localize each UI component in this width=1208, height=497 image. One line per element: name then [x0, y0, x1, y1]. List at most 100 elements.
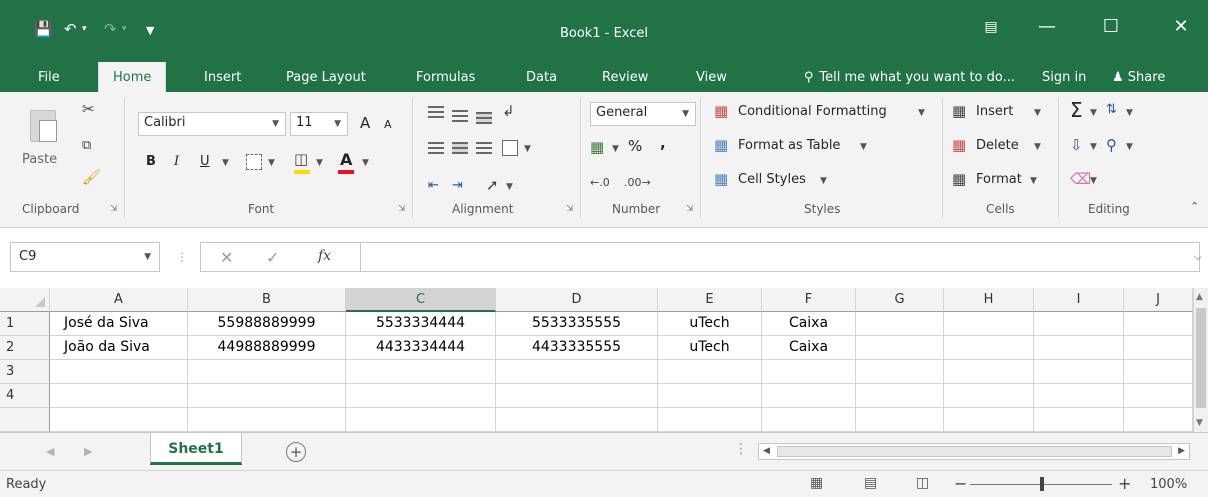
column-header[interactable]: A	[50, 288, 188, 312]
bottom-align-icon[interactable]	[476, 112, 492, 124]
add-sheet-icon[interactable]: +	[286, 442, 306, 462]
find-select-icon[interactable]: ⚲	[1106, 136, 1117, 154]
vertical-scrollbar[interactable]: ▲ ▼	[1193, 288, 1208, 432]
delete-cells-button[interactable]: Delete	[976, 138, 1019, 153]
cell[interactable]	[188, 360, 346, 384]
cell[interactable]	[1124, 360, 1193, 384]
column-header[interactable]: B	[188, 288, 346, 312]
cell[interactable]	[346, 408, 496, 432]
column-header[interactable]: I	[1034, 288, 1124, 312]
column-header[interactable]: C	[346, 288, 496, 312]
accounting-format-icon[interactable]: ▦	[590, 138, 604, 156]
column-header[interactable]: F	[762, 288, 856, 312]
tab-file[interactable]: File	[38, 70, 60, 85]
row-header[interactable]: 3	[0, 360, 50, 384]
align-left-icon[interactable]	[428, 142, 444, 154]
merge-dropdown-icon[interactable]: ▼	[524, 144, 531, 154]
sheet-next-icon[interactable]: ▶	[84, 445, 92, 458]
font-color-dropdown-icon[interactable]: ▼	[362, 158, 369, 168]
autosum-button[interactable]: Σ	[1070, 98, 1083, 122]
fill-icon[interactable]: ⇩	[1070, 136, 1083, 154]
format-table-dropdown-icon[interactable]: ▼	[860, 142, 867, 152]
tab-page-layout[interactable]: Page Layout	[286, 70, 366, 85]
cell[interactable]	[762, 408, 856, 432]
cell[interactable]	[1124, 408, 1193, 432]
tab-data[interactable]: Data	[526, 70, 557, 85]
cell[interactable]	[658, 408, 762, 432]
cell-styles-icon[interactable]: ▦	[714, 170, 728, 188]
zoom-out-icon[interactable]: −	[954, 474, 967, 493]
comma-style-button[interactable]: ,	[660, 134, 666, 152]
format-dropdown-icon[interactable]: ▼	[1030, 176, 1037, 186]
cell[interactable]	[856, 384, 944, 408]
format-as-table-button[interactable]: Format as Table	[738, 138, 840, 153]
share-button[interactable]: ♟ Share	[1112, 70, 1165, 85]
minimize-icon[interactable]: —	[1032, 16, 1062, 37]
find-dropdown-icon[interactable]: ▼	[1126, 142, 1133, 152]
align-center-icon[interactable]	[452, 142, 468, 154]
select-all-corner[interactable]	[0, 288, 50, 312]
page-layout-view-icon[interactable]: ▤	[864, 475, 877, 491]
column-header[interactable]: H	[944, 288, 1034, 312]
accounting-dropdown-icon[interactable]: ▼	[612, 144, 619, 154]
cell[interactable]	[50, 408, 188, 432]
tab-home[interactable]: Home	[98, 62, 167, 92]
scroll-down-icon[interactable]: ▼	[1196, 418, 1203, 428]
fill-color-dropdown-icon[interactable]: ▼	[316, 158, 323, 168]
underline-button[interactable]: U	[200, 154, 210, 169]
zoom-slider-thumb[interactable]	[1040, 477, 1044, 491]
row-header[interactable]	[0, 408, 50, 432]
paste-label[interactable]: Paste	[22, 152, 57, 167]
zoom-in-icon[interactable]: +	[1118, 474, 1131, 493]
tab-view[interactable]: View	[696, 70, 727, 85]
delete-dropdown-icon[interactable]: ▼	[1034, 142, 1041, 152]
column-header[interactable]: D	[496, 288, 658, 312]
cell[interactable]	[944, 312, 1034, 336]
grow-font-button[interactable]: A	[360, 114, 370, 132]
cell[interactable]	[496, 408, 658, 432]
copy-icon[interactable]: ⧉	[82, 138, 91, 153]
cell[interactable]	[188, 408, 346, 432]
bold-button[interactable]: B	[146, 154, 156, 169]
orientation-dropdown-icon[interactable]: ▼	[506, 182, 513, 192]
autosum-dropdown-icon[interactable]: ▼	[1090, 108, 1097, 118]
borders-icon[interactable]	[246, 154, 262, 170]
zoom-level[interactable]: 100%	[1150, 477, 1187, 492]
percent-style-button[interactable]: %	[628, 137, 642, 155]
insert-dropdown-icon[interactable]: ▼	[1034, 108, 1041, 118]
cell[interactable]: João da Siva	[50, 336, 188, 360]
cell[interactable]	[944, 384, 1034, 408]
cell[interactable]	[1124, 384, 1193, 408]
top-align-icon[interactable]	[428, 106, 444, 118]
horizontal-scrollbar[interactable]: ◀ ▶	[758, 443, 1190, 460]
fill-dropdown-icon[interactable]: ▼	[1090, 142, 1097, 152]
number-format-select[interactable]: General ▼	[590, 102, 696, 126]
format-as-table-icon[interactable]: ▦	[714, 136, 728, 154]
name-box[interactable]: C9 ▼	[10, 242, 160, 272]
cell[interactable]: José da Siva	[50, 312, 188, 336]
cell[interactable]	[346, 384, 496, 408]
sort-filter-icon[interactable]: ⇅	[1106, 102, 1117, 117]
cell[interactable]	[1034, 408, 1124, 432]
insert-cells-button[interactable]: Insert	[976, 104, 1013, 119]
column-header[interactable]: J	[1124, 288, 1193, 312]
cell[interactable]	[856, 336, 944, 360]
cell[interactable]	[856, 312, 944, 336]
format-cells-icon[interactable]: ▦	[952, 170, 966, 188]
vertical-scroll-thumb[interactable]	[1196, 308, 1206, 408]
font-launcher-icon[interactable]: ⇲	[398, 204, 406, 214]
row-header[interactable]: 1	[0, 312, 50, 336]
delete-cells-icon[interactable]: ▦	[952, 136, 966, 154]
merge-center-icon[interactable]	[502, 140, 518, 156]
tab-formulas[interactable]: Formulas	[416, 70, 475, 85]
format-cells-button[interactable]: Format	[976, 172, 1022, 187]
tell-me-box[interactable]: ⚲ Tell me what you want to do...	[804, 70, 1015, 85]
conditional-formatting-icon[interactable]: ▦	[714, 102, 728, 120]
tab-insert[interactable]: Insert	[204, 70, 241, 85]
cell[interactable]: 4433334444	[346, 336, 496, 360]
cell[interactable]	[1034, 336, 1124, 360]
font-color-button[interactable]: A	[340, 150, 352, 169]
clipboard-launcher-icon[interactable]: ⇲	[110, 204, 118, 214]
column-header[interactable]: G	[856, 288, 944, 312]
row-header[interactable]: 4	[0, 384, 50, 408]
